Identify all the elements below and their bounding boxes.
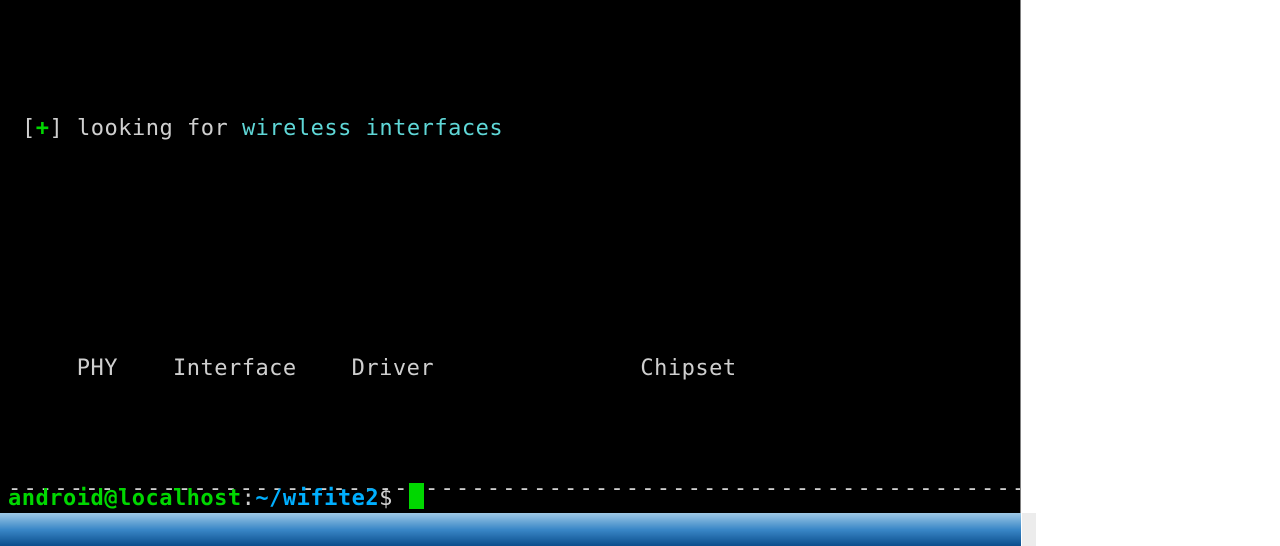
scrollbar-gutter — [1022, 513, 1036, 546]
cursor-block-icon — [409, 483, 424, 509]
desktop-taskbar — [0, 513, 1021, 546]
prompt-colon: : — [242, 486, 256, 511]
terminal-window[interactable]: [+] looking for wireless interfaces PHY … — [0, 0, 1021, 513]
prompt-user: android@localhost — [8, 486, 242, 511]
page-background — [1021, 0, 1280, 546]
line-looking: [+] looking for wireless interfaces — [8, 114, 1020, 144]
shell-prompt[interactable]: android@localhost:~/wifite2$ — [0, 483, 1019, 513]
prompt-dollar: $ — [379, 486, 407, 511]
prompt-path: ~/wifite2 — [255, 486, 379, 511]
table-header: PHY Interface Driver Chipset — [8, 354, 1020, 384]
blank-line — [8, 234, 1020, 264]
